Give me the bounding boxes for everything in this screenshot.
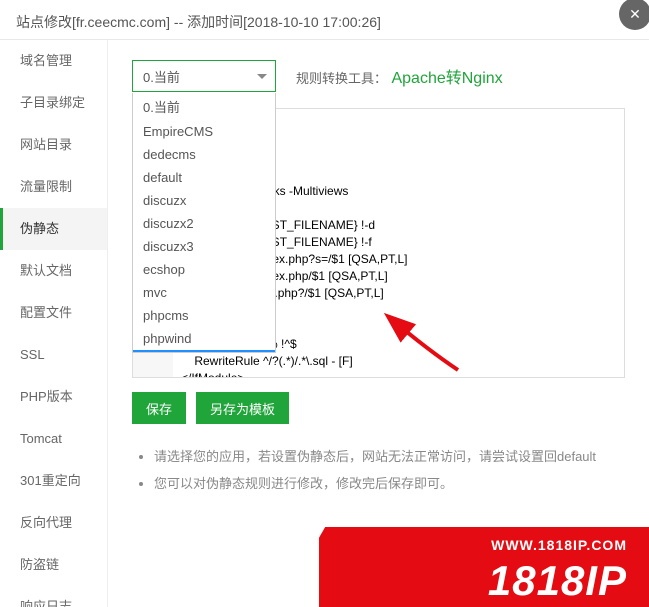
sidebar-item[interactable]: Tomcat [0,418,107,460]
dropdown-option[interactable]: phpcms [133,304,275,327]
select-dropdown: 0.当前EmpireCMSdedecmsdefaultdiscuzxdiscuz… [132,93,276,353]
sidebar-item[interactable]: 响应日志 [0,586,107,607]
dropdown-option[interactable]: 0.当前 [133,93,275,120]
dropdown-option[interactable]: discuzx [133,189,275,212]
sidebar-item[interactable]: SSL [0,334,107,376]
tip-item: 请选择您的应用，若设置伪静态后，网站无法正常访问，请尝试设置回default [154,446,625,465]
sidebar-item[interactable]: 配置文件 [0,292,107,334]
dropdown-option[interactable]: discuzx3 [133,235,275,258]
modal-title: 站点修改[fr.ceecmc.com] -- 添加时间[2018-10-10 1… [16,14,381,30]
sidebar-item[interactable]: 301重定向 [0,460,107,502]
dropdown-option[interactable]: default [133,166,275,189]
save-as-template-button[interactable]: 另存为模板 [196,392,289,424]
dropdown-option[interactable]: ecshop [133,258,275,281]
save-button[interactable]: 保存 [132,392,186,424]
tips-list: 请选择您的应用，若设置伪静态后，网站无法正常访问，请尝试设置回default 您可… [132,446,625,492]
watermark-banner: WWW.1818IP.COM 1818IP [319,527,649,607]
dropdown-option[interactable]: thinkphp [133,350,275,353]
dropdown-option[interactable]: EmpireCMS [133,120,275,143]
dropdown-option[interactable]: discuzx2 [133,212,275,235]
sidebar-item[interactable]: 网站目录 [0,124,107,166]
sidebar: 域名管理子目录绑定网站目录流量限制伪静态默认文档配置文件SSLPHP版本Tomc… [0,40,108,607]
dropdown-option[interactable]: mvc [133,281,275,304]
banner-url: WWW.1818IP.COM [491,537,627,553]
sidebar-item[interactable]: 防盗链 [0,544,107,586]
select-current: 0.当前 [143,67,180,86]
sidebar-item[interactable]: 流量限制 [0,166,107,208]
tip-item: 您可以对伪静态规则进行修改，修改完后保存即可。 [154,473,625,492]
convert-label: 规则转换工具： [296,71,387,86]
sidebar-item[interactable]: 反向代理 [0,502,107,544]
dropdown-option[interactable]: phpwind [133,327,275,350]
sidebar-item[interactable]: 域名管理 [0,40,107,82]
sidebar-item[interactable]: 伪静态 [0,208,107,250]
apache-to-nginx-link[interactable]: Apache转Nginx [391,70,502,87]
dropdown-option[interactable]: dedecms [133,143,275,166]
sidebar-item[interactable]: 默认文档 [0,250,107,292]
close-icon[interactable]: ✕ [619,0,649,30]
rewrite-template-select[interactable]: 0.当前 [132,60,276,92]
sidebar-item[interactable]: PHP版本 [0,376,107,418]
banner-logo: 1818IP [488,557,627,605]
sidebar-item[interactable]: 子目录绑定 [0,82,107,124]
